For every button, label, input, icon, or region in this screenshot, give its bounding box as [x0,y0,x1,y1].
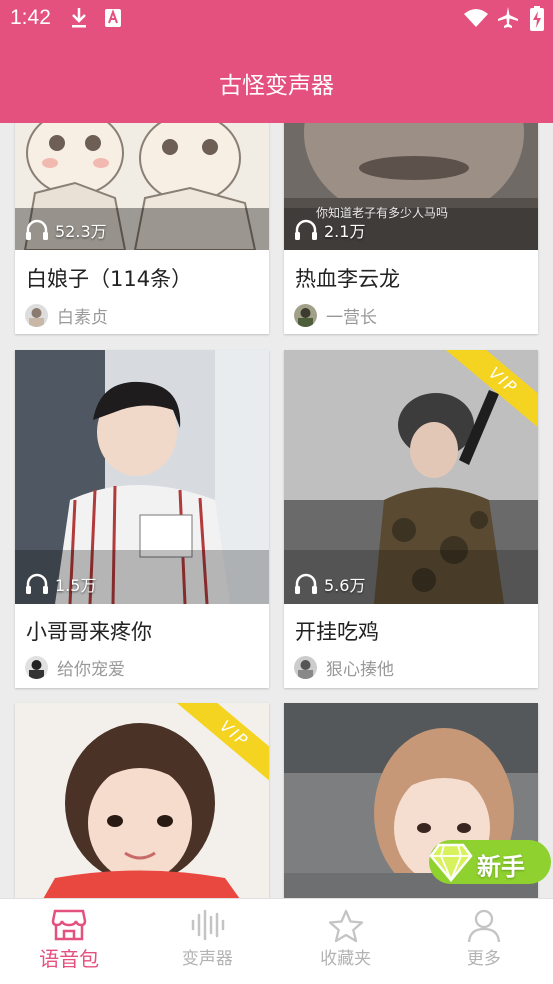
cover-image: VIP [15,703,269,898]
avatar [25,304,48,327]
bottom-nav: 语音包 变声器 收藏夹 更多 [0,898,553,984]
tab-label: 变声器 [181,949,233,969]
headphones-icon [295,573,317,594]
card-title: 小哥哥来疼你 [26,620,152,644]
person-icon [467,909,501,943]
tab-voice-changer[interactable]: 变声器 [138,899,276,984]
author: 狠心揍他 [294,655,394,680]
voice-pack-card[interactable]: VIP 5.6万 开挂吃鸡 狠心揍他 [284,350,538,688]
avatar [25,656,48,679]
author-name: 狠心揍他 [326,660,394,680]
card-title: 白娘子（114条） [26,267,193,291]
voice-pack-grid[interactable]: 52.3万 白娘子（114条） 白素贞 你知道老子有多少人马吗 2.1万 热血李… [0,123,553,898]
tab-label: 更多 [466,949,501,969]
battery-charging-icon [530,6,544,31]
author: 给你宠爱 [25,655,125,680]
font-a-icon [105,9,121,27]
play-count: 5.6万 [294,572,365,596]
airplane-icon [498,7,518,28]
shop-icon [51,909,87,941]
download-icon [72,8,86,28]
status-time: 1:42 [10,6,51,29]
headphones-icon [26,219,48,240]
avatar [294,304,317,327]
diamond-icon [429,843,473,882]
newbie-label: 新手 [477,853,525,881]
cover-image: 52.3万 [15,123,269,250]
card-title: 热血李云龙 [295,267,400,291]
tab-label: 收藏夹 [320,949,372,969]
play-count-value: 2.1万 [324,222,366,241]
cover-image: 你知道老子有多少人马吗 2.1万 [284,123,538,250]
play-count: 2.1万 [294,218,365,242]
play-count-value: 5.6万 [324,576,366,595]
app-header: 古怪变声器 [0,40,553,123]
author-name: 白素贞 [57,308,108,328]
headphones-icon [26,573,48,594]
soundwave-icon [192,909,225,941]
play-count-value: 1.5万 [55,576,97,595]
star-icon [328,909,363,943]
tab-voice-pack[interactable]: 语音包 [0,899,138,984]
avatar [294,656,317,679]
newbie-badge[interactable]: 新手 [427,838,553,886]
voice-pack-card[interactable]: 1.5万 小哥哥来疼你 给你宠爱 [15,350,269,688]
voice-pack-card[interactable]: VIP [15,703,269,898]
voice-pack-card[interactable]: 你知道老子有多少人马吗 2.1万 热血李云龙 一营长 [284,123,538,334]
status-bar: 1:42 [0,0,553,40]
tab-more[interactable]: 更多 [415,899,553,984]
author-name: 给你宠爱 [57,660,125,680]
headphones-icon [295,219,317,240]
voice-pack-card[interactable]: 52.3万 白娘子（114条） 白素贞 [15,123,269,334]
tab-label: 语音包 [39,947,100,971]
author-name: 一营长 [326,308,377,328]
play-count: 1.5万 [25,572,96,596]
card-title: 开挂吃鸡 [295,620,379,644]
cover-image: VIP 5.6万 [284,350,538,604]
author: 一营长 [294,303,377,328]
tab-favorites[interactable]: 收藏夹 [277,899,415,984]
cover-image: 1.5万 [15,350,269,604]
author: 白素贞 [25,303,108,328]
play-count-value: 52.3万 [55,222,107,241]
wifi-icon [464,9,488,27]
page-title: 古怪变声器 [219,73,334,99]
play-count: 52.3万 [25,218,107,242]
